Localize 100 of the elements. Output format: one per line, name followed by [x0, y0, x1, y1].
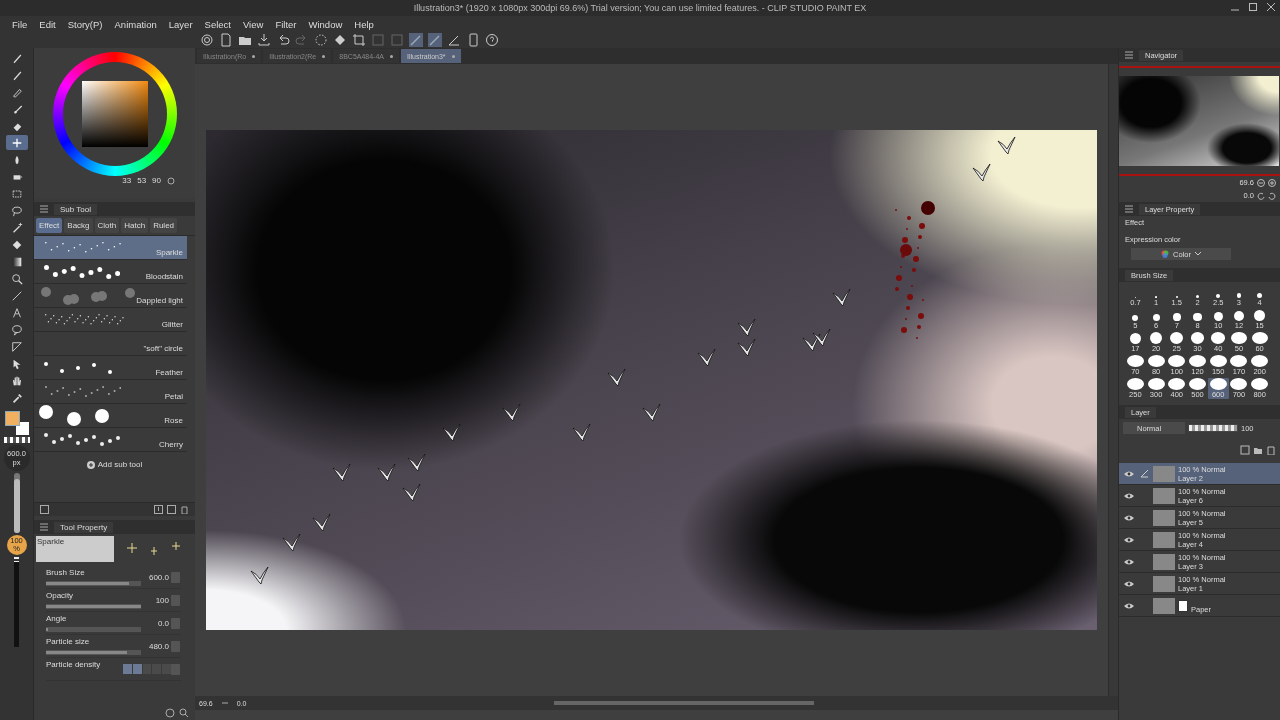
folder-icon[interactable]: [1253, 445, 1263, 455]
lasso-icon: [10, 204, 23, 217]
property-value: 100: [154, 595, 170, 605]
wand-icon: [10, 221, 23, 234]
add-sub-tool-button[interactable]: Add sub tool: [86, 460, 143, 469]
crop-icon[interactable]: [352, 33, 366, 47]
rotate-right-icon[interactable]: [1268, 191, 1276, 200]
layer-thumbnail: [1153, 553, 1175, 570]
menu-icon[interactable]: [1125, 205, 1133, 213]
brush-list-item[interactable]: Dappled light: [34, 284, 187, 308]
eye-icon[interactable]: [1124, 514, 1134, 521]
density-selector[interactable]: [123, 664, 171, 674]
tool-button[interactable]: [5, 135, 28, 150]
panel-tab[interactable]: Tool Property: [54, 521, 114, 533]
sub-tool-group-tab[interactable]: Ruled: [150, 218, 178, 233]
eye-icon[interactable]: [1124, 492, 1134, 499]
color-value: 90: [152, 176, 161, 185]
lock-toggle[interactable]: [171, 594, 180, 606]
eye-icon[interactable]: [1124, 536, 1134, 543]
search-icon[interactable]: [179, 708, 189, 718]
property-label: Particle density: [46, 659, 102, 669]
menu-item[interactable]: File: [6, 16, 34, 32]
menu-item[interactable]: Window: [302, 16, 349, 32]
paper-icon: [1178, 599, 1188, 612]
property-slider[interactable]: [46, 604, 141, 609]
trash-icon[interactable]: [1266, 445, 1276, 455]
layer-thumbnail: [1153, 597, 1175, 614]
menu-item[interactable]: Animation: [108, 16, 163, 32]
text-icon: [10, 306, 23, 319]
property-slider[interactable]: [46, 650, 141, 655]
brush-stroke-preview: [44, 361, 112, 374]
menu-item[interactable]: Select: [198, 16, 237, 32]
cross-icon: [10, 136, 23, 149]
menu-icon[interactable]: [40, 205, 48, 213]
color-circles-icon: [1161, 250, 1170, 258]
sub-tool-group-tab[interactable]: Cloth: [94, 218, 120, 233]
eye-icon[interactable]: [1124, 580, 1134, 587]
help-icon[interactable]: [485, 33, 499, 47]
eye-icon[interactable]: [1124, 558, 1134, 565]
menu-item[interactable]: View: [236, 16, 270, 32]
brush-list-item[interactable]: Sparkle: [34, 236, 187, 260]
transparent-color-swatch[interactable]: [3, 437, 30, 443]
new-layer-icon[interactable]: [1240, 445, 1250, 455]
sub-tool-group-tab[interactable]: Hatch: [121, 218, 149, 233]
preset-name: Sparkle: [36, 536, 114, 562]
property-value: 600.0: [147, 572, 170, 582]
panel-tab[interactable]: Sub Tool: [54, 203, 97, 215]
layer-thumbnail: [1153, 509, 1175, 526]
eye-icon[interactable]: [1124, 602, 1134, 609]
spinner-icon[interactable]: [314, 33, 328, 47]
layer-thumbnail: [1153, 465, 1175, 482]
hand-icon: [10, 374, 23, 387]
window-title: Illustration3* (1920 x 1080px 300dpi 69.6%) Trial version; You can use limited features. - CLIP STUDIO PAINT EX: [413, 3, 867, 13]
checkbox-icon[interactable]: [40, 505, 49, 514]
maximize-icon[interactable]: [1248, 2, 1258, 12]
menu-icon[interactable]: [40, 523, 48, 531]
opacity-slider[interactable]: [1188, 424, 1238, 432]
close-icon[interactable]: [1266, 2, 1276, 12]
new-file-icon[interactable]: [219, 33, 233, 47]
lock-toggle[interactable]: [171, 571, 180, 583]
copy-icon[interactable]: [167, 505, 176, 514]
ruler-icon: [10, 340, 23, 353]
menu-item[interactable]: Story(P): [61, 16, 109, 32]
property-label: Brush Size: [46, 567, 86, 577]
menu-icon[interactable]: [1125, 51, 1133, 59]
horizontal-scrollbar[interactable]: [554, 701, 815, 705]
menu-item[interactable]: Filter: [269, 16, 303, 32]
color-value: 33: [122, 176, 132, 185]
vertical-scrollbar[interactable]: [1108, 64, 1118, 696]
zoom-icon: [10, 272, 23, 285]
sub-tool-group-tab[interactable]: Effect: [36, 218, 63, 233]
color-picker-square[interactable]: [81, 81, 148, 147]
trash-icon[interactable]: [180, 505, 189, 514]
lock-toggle[interactable]: [171, 663, 180, 675]
sub-tool-group-tab[interactable]: Backg: [64, 218, 93, 233]
property-label: Particle size: [46, 636, 91, 646]
pen-icon[interactable]: [447, 33, 461, 47]
zoom-out-icon[interactable]: [220, 699, 229, 707]
layer-thumbnail: [1153, 487, 1175, 504]
plus-circle-icon: [86, 460, 95, 469]
property-label: Opacity: [46, 590, 75, 600]
property-value: 0.0: [156, 618, 170, 628]
menu-item[interactable]: Edit: [33, 16, 62, 32]
rotate-left-icon[interactable]: [1257, 191, 1265, 200]
property-slider[interactable]: [46, 581, 141, 586]
eye-icon[interactable]: [1124, 470, 1134, 477]
menu-item[interactable]: Layer: [162, 16, 199, 32]
menu-item[interactable]: Help: [348, 16, 380, 32]
color-value: 53: [137, 176, 147, 185]
brush-list-item[interactable]: Rose: [34, 404, 187, 428]
zoom-out-icon[interactable]: [1257, 178, 1265, 187]
zoom-in-icon[interactable]: [1268, 178, 1276, 187]
line-icon: [10, 289, 23, 302]
phone-icon[interactable]: [466, 33, 480, 47]
lock-toggle[interactable]: [171, 640, 180, 652]
property-label: Angle: [46, 613, 68, 623]
color-swatches[interactable]: [4, 411, 29, 435]
speech-balloon-icon: [10, 323, 23, 336]
lock-toggle[interactable]: [171, 617, 180, 629]
property-slider[interactable]: [46, 627, 141, 632]
